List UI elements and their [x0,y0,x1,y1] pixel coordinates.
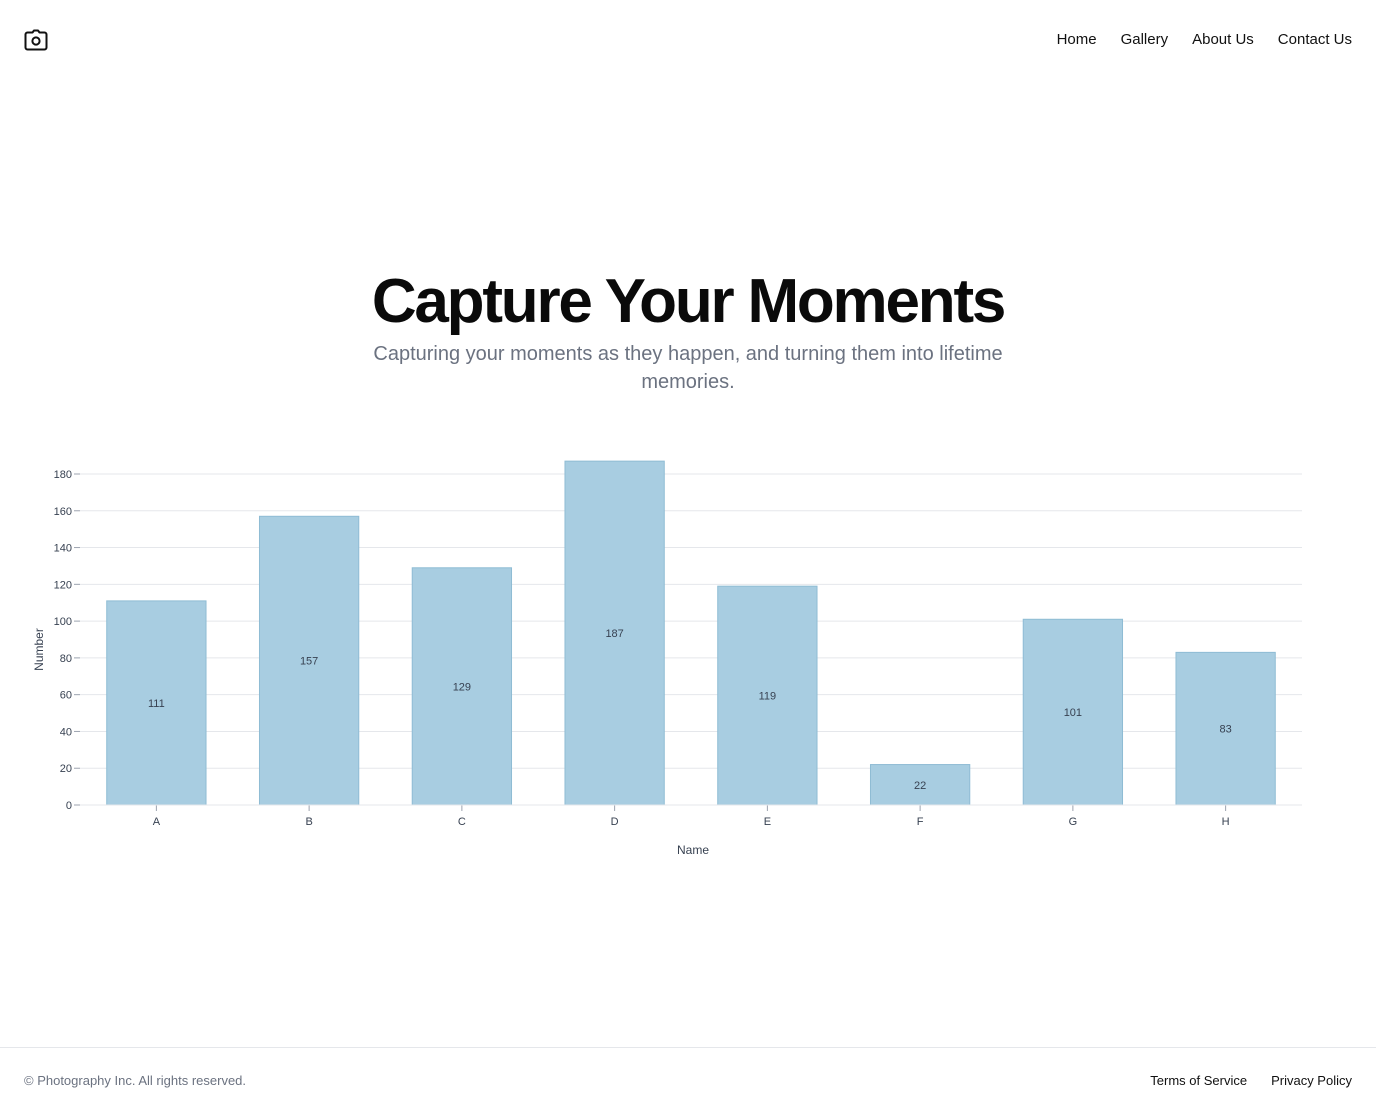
x-tick-label: A [153,816,161,828]
copyright-text: © Photography Inc. All rights reserved. [24,1073,247,1088]
bar-value-label: 22 [914,780,926,792]
y-tick-label: 40 [60,726,72,738]
x-tick-label: H [1222,816,1230,828]
bar-value-label: 119 [759,691,777,703]
nav-gallery-link[interactable]: Gallery [1121,30,1169,50]
y-tick-label: 0 [66,800,72,812]
x-tick-label: F [917,816,924,828]
nav-home-link[interactable]: Home [1057,30,1097,50]
y-tick-label: 100 [54,616,72,628]
bar-value-label: 83 [1220,724,1232,736]
footer-links: Terms of Service Privacy Policy [1150,1072,1352,1090]
site-footer: © Photography Inc. All rights reserved. … [0,1047,1376,1112]
camera-icon[interactable] [24,29,48,51]
bar-value-label: 187 [605,628,623,640]
nav-about-link[interactable]: About Us [1192,30,1254,50]
y-tick-label: 20 [60,763,72,775]
y-tick-label: 80 [60,653,72,665]
x-tick-label: C [458,816,466,828]
hero-section: Capture Your Moments Capturing your mome… [0,266,1376,396]
y-tick-label: 120 [54,579,72,591]
privacy-policy-link[interactable]: Privacy Policy [1271,1072,1352,1090]
y-tick-label: 140 [54,543,72,555]
terms-of-service-link[interactable]: Terms of Service [1150,1072,1247,1090]
bar-value-label: 111 [148,698,165,710]
x-axis-label: Name [677,843,709,857]
y-tick-label: 180 [54,469,72,481]
site-header: Home Gallery About Us Contact Us [0,0,1376,80]
hero-title: Capture Your Moments [371,267,1007,336]
x-tick-label: G [1069,816,1078,828]
bar-value-label: 157 [300,656,318,668]
x-tick-label: D [611,816,619,828]
bar-value-label: 129 [453,681,471,693]
nav-contact-link[interactable]: Contact Us [1278,30,1352,50]
y-axis-label: Number [32,628,46,671]
x-tick-label: B [305,816,312,828]
bar-chart: 0 20 40 60 80 100 120 140 160 180 111 A 157 B 129 C 187 D… [0,440,1376,870]
x-tick-label: E [764,816,771,828]
y-tick-label: 60 [60,690,72,702]
bar-chart-svg: 0 20 40 60 80 100 120 140 160 180 111 A 157 B 129 C 187 D… [32,460,1302,857]
y-tick-label: 160 [54,506,72,518]
hero-subtitle: Capturing your moments as they happen, a… [373,343,1003,393]
bar-value-label: 101 [1064,707,1082,719]
main-nav: Home Gallery About Us Contact Us [1057,30,1352,50]
